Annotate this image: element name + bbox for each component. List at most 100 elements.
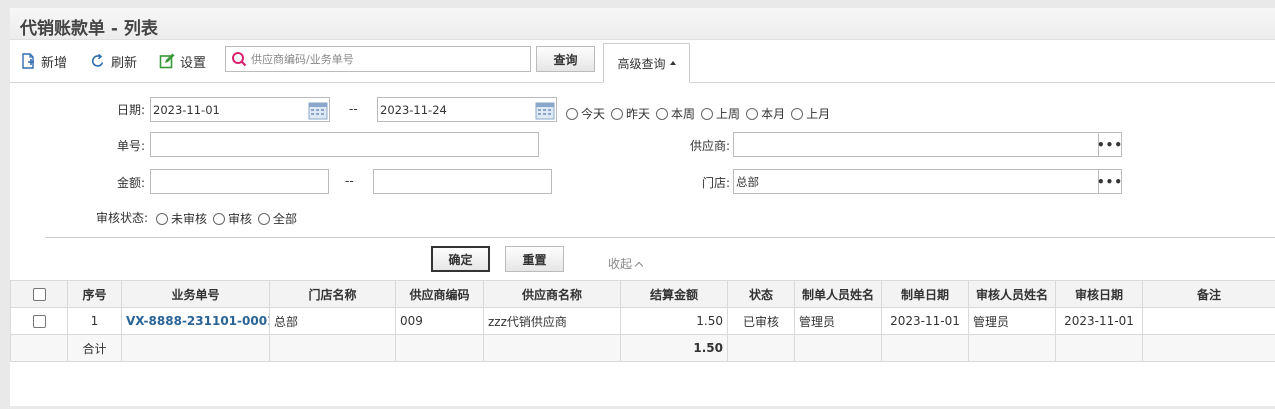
column-header[interactable]: 制单日期 [881, 280, 969, 308]
store-label: 门店: [701, 176, 730, 190]
radio-last-week[interactable]: 上周 [701, 105, 740, 122]
date-label: 日期: [116, 103, 145, 117]
filter-divider [45, 237, 1275, 238]
total-empty-cell [10, 334, 68, 362]
advanced-query-label: 高级查询 [617, 56, 666, 71]
total-empty-cell [395, 334, 484, 362]
doc-no-field[interactable] [150, 132, 539, 157]
store-picker-button[interactable]: ••• [1097, 169, 1122, 194]
total-empty-cell [968, 334, 1056, 362]
cell-remark [1142, 307, 1275, 335]
date-from-field[interactable] [150, 97, 330, 122]
column-header[interactable]: 备注 [1142, 280, 1275, 308]
calendar-icon[interactable] [535, 100, 555, 120]
radio-yesterday[interactable]: 昨天 [611, 105, 650, 122]
main-panel: 代销账款单 - 列表 新增 刷新 设置 供应商编码/业务单号 查询 高级查询 日… [10, 8, 1275, 406]
date-range-separator: -- [349, 102, 358, 116]
search-icon [232, 52, 247, 67]
select-all-checkbox[interactable] [32, 288, 46, 301]
cell-supplier-code: 009 [395, 307, 484, 335]
title-bar: 代销账款单 - 列表 [10, 8, 1275, 40]
amount-label: 金额: [116, 176, 145, 190]
column-header[interactable]: 状态 [727, 280, 795, 308]
cell-audit-date: 2023-11-01 [1055, 307, 1143, 335]
chevron-up-icon [634, 261, 644, 270]
total-label: 合计 [67, 334, 122, 362]
total-empty-cell [121, 334, 270, 362]
cell-seq: 1 [67, 307, 122, 335]
radio-circle [701, 107, 714, 120]
column-header[interactable]: 供应商名称 [483, 280, 621, 308]
advanced-query-tab[interactable]: 高级查询 [603, 43, 690, 83]
column-header[interactable]: 序号 [67, 280, 122, 308]
toolbar: 新增 刷新 设置 查询 高级查询 [10, 41, 1275, 83]
supplier-field[interactable] [733, 132, 1122, 157]
radio-circle [746, 107, 759, 120]
column-header[interactable]: 结算金额 [620, 280, 728, 308]
radio-circle [566, 107, 578, 120]
radio-today[interactable]: 今天 [566, 105, 605, 122]
radio-circle [258, 212, 271, 225]
radio-this-month[interactable]: 本月 [746, 105, 785, 122]
table-header-row: 序号 业务单号 门店名称 供应商编码 供应商名称 结算金额 状态 制单人员姓名 … [10, 280, 1275, 308]
radio-all[interactable]: 全部 [258, 210, 297, 227]
search-input[interactable] [251, 48, 530, 70]
query-button[interactable]: 查询 [536, 46, 595, 72]
date-range-radios: 今天 昨天 本周 上周 本月 上月 [566, 105, 836, 122]
total-empty-cell [794, 334, 882, 362]
collapse-label: 收起 [608, 257, 633, 271]
total-empty-cell [483, 334, 621, 362]
radio-this-week[interactable]: 本周 [656, 105, 695, 122]
radio-last-month[interactable]: 上月 [791, 105, 830, 122]
settings-button-label: 设置 [180, 55, 207, 71]
column-header[interactable]: 业务单号 [121, 280, 270, 308]
add-button[interactable]: 新增 [20, 51, 67, 71]
cell-amount: 1.50 [620, 307, 728, 335]
data-table: 序号 业务单号 门店名称 供应商编码 供应商名称 结算金额 状态 制单人员姓名 … [10, 280, 1275, 362]
refresh-button[interactable]: 刷新 [90, 51, 137, 71]
cell-status: 已审核 [727, 307, 795, 335]
total-empty-cell [727, 334, 795, 362]
page-title: 代销账款单 - 列表 [20, 19, 158, 39]
cell-store: 总部 [269, 307, 396, 335]
settings-button[interactable]: 设置 [159, 51, 206, 71]
column-header[interactable]: 审核日期 [1055, 280, 1143, 308]
confirm-button[interactable]: 确定 [431, 246, 490, 272]
amount-from-field[interactable] [150, 169, 329, 194]
radio-circle [611, 107, 624, 120]
cell-auditor: 管理员 [968, 307, 1056, 335]
calendar-icon[interactable] [308, 100, 328, 120]
radio-circle [656, 107, 669, 120]
audit-status-label: 审核状态: [95, 211, 148, 225]
amount-to-field[interactable] [373, 169, 552, 194]
radio-circle [156, 212, 168, 225]
cell-created-date: 2023-11-01 [881, 307, 969, 335]
total-empty-cell [881, 334, 969, 362]
column-header[interactable]: 门店名称 [269, 280, 396, 308]
column-header[interactable]: 制单人员姓名 [794, 280, 882, 308]
store-field[interactable] [733, 169, 1122, 194]
radio-unaudited[interactable]: 未审核 [156, 210, 207, 227]
edit-settings-icon [159, 53, 175, 69]
date-to-field[interactable] [377, 97, 557, 122]
reset-button[interactable]: 重置 [505, 246, 564, 272]
doc-no-link[interactable]: VX-8888-231101-0001 [126, 314, 269, 328]
radio-audited[interactable]: 审核 [213, 210, 252, 227]
column-header[interactable]: 供应商编码 [395, 280, 484, 308]
column-header[interactable]: 审核人员姓名 [968, 280, 1056, 308]
doc-no-label: 单号: [116, 139, 145, 153]
cell-doc-no: VX-8888-231101-0001 [121, 307, 270, 335]
search-box [225, 46, 531, 72]
collapse-toggle[interactable]: 收起 [608, 255, 644, 272]
row-checkbox[interactable] [32, 315, 46, 328]
add-document-icon [22, 53, 34, 69]
total-empty-cell [1055, 334, 1143, 362]
cell-supplier-name: zzz代销供应商 [483, 307, 621, 335]
table-row[interactable]: 1 VX-8888-231101-0001 总部 009 zzz代销供应商 1.… [10, 307, 1275, 335]
total-empty-cell [269, 334, 396, 362]
total-amount: 1.50 [620, 334, 728, 362]
audit-status-radios: 未审核 审核 全部 [156, 210, 303, 227]
supplier-picker-button[interactable]: ••• [1097, 132, 1122, 157]
refresh-icon [91, 53, 104, 67]
radio-circle [213, 212, 226, 225]
